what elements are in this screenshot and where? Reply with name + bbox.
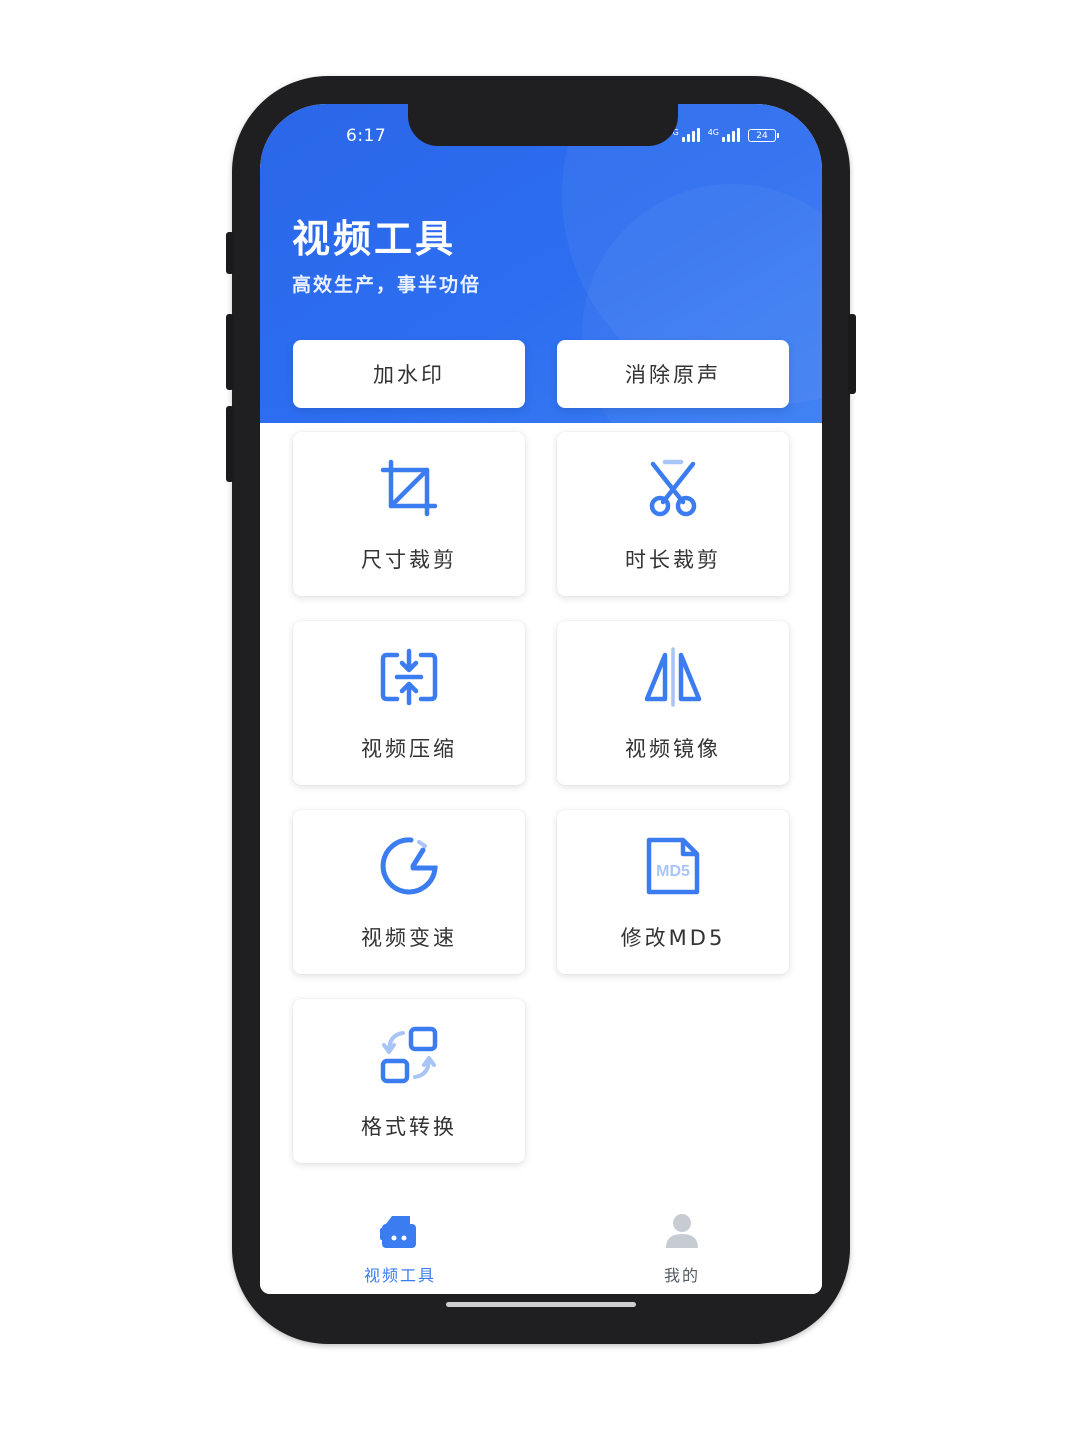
md5-file-icon: MD5 [646,837,700,895]
status-time: 6:17 [346,126,387,146]
status-icons: 5G 4G 24 [667,128,779,142]
tool-card-format-convert[interactable]: 格式转换 [293,999,525,1163]
tab-mine[interactable]: 我的 [612,1208,752,1288]
tab-video-tools[interactable]: 视频工具 [330,1208,470,1288]
crop-icon [380,459,438,517]
tool-label: 格式转换 [361,1115,457,1139]
user-icon [666,1214,698,1248]
tool-label: 修改MD5 [620,926,726,950]
page-title: 视频工具 [292,216,457,261]
phone-notch [408,104,678,146]
tab-label: 视频工具 [363,1266,436,1285]
tab-label: 我的 [663,1266,700,1285]
mirror-icon [644,647,702,707]
tool-card-duration-trim[interactable]: 时长裁剪 [557,432,789,596]
tool-label: 视频变速 [361,926,457,950]
tool-card-video-compress[interactable]: 视频压缩 [293,621,525,785]
mute-switch [226,232,234,274]
volume-up-button [226,314,234,390]
tool-card-size-crop[interactable]: 尺寸裁剪 [293,432,525,596]
speed-gauge-icon [380,837,438,895]
signal-4g-icon: 4G [708,128,740,142]
compress-icon [380,648,438,706]
add-watermark-button[interactable]: 加水印 [293,340,525,408]
tool-card-video-speed[interactable]: 视频变速 [293,810,525,974]
tool-label: 视频镜像 [625,737,721,761]
app-screen: 6:17 5G 4G 24 视频工具 高效 [260,104,822,1294]
stage: 6:17 5G 4G 24 视频工具 高效 [0,0,1080,1439]
scissors-icon [649,459,697,517]
home-indicator[interactable] [446,1302,636,1307]
battery-icon: 24 [748,128,779,142]
volume-down-button [226,406,234,482]
page-subtitle: 高效生产，事半功倍 [292,274,482,296]
tool-card-video-mirror[interactable]: 视频镜像 [557,621,789,785]
remove-audio-button[interactable]: 消除原声 [557,340,789,408]
power-button [848,314,856,394]
tool-label: 时长裁剪 [625,548,721,572]
bottom-tab-bar: 视频工具 我的 [260,1200,822,1294]
format-convert-icon [380,1026,438,1084]
tool-label: 尺寸裁剪 [361,548,457,572]
tool-card-modify-md5[interactable]: MD5 修改MD5 [557,810,789,974]
tool-label: 视频压缩 [361,737,457,761]
md5-icon-text: MD5 [656,863,690,880]
video-camera-icon [380,1216,416,1248]
